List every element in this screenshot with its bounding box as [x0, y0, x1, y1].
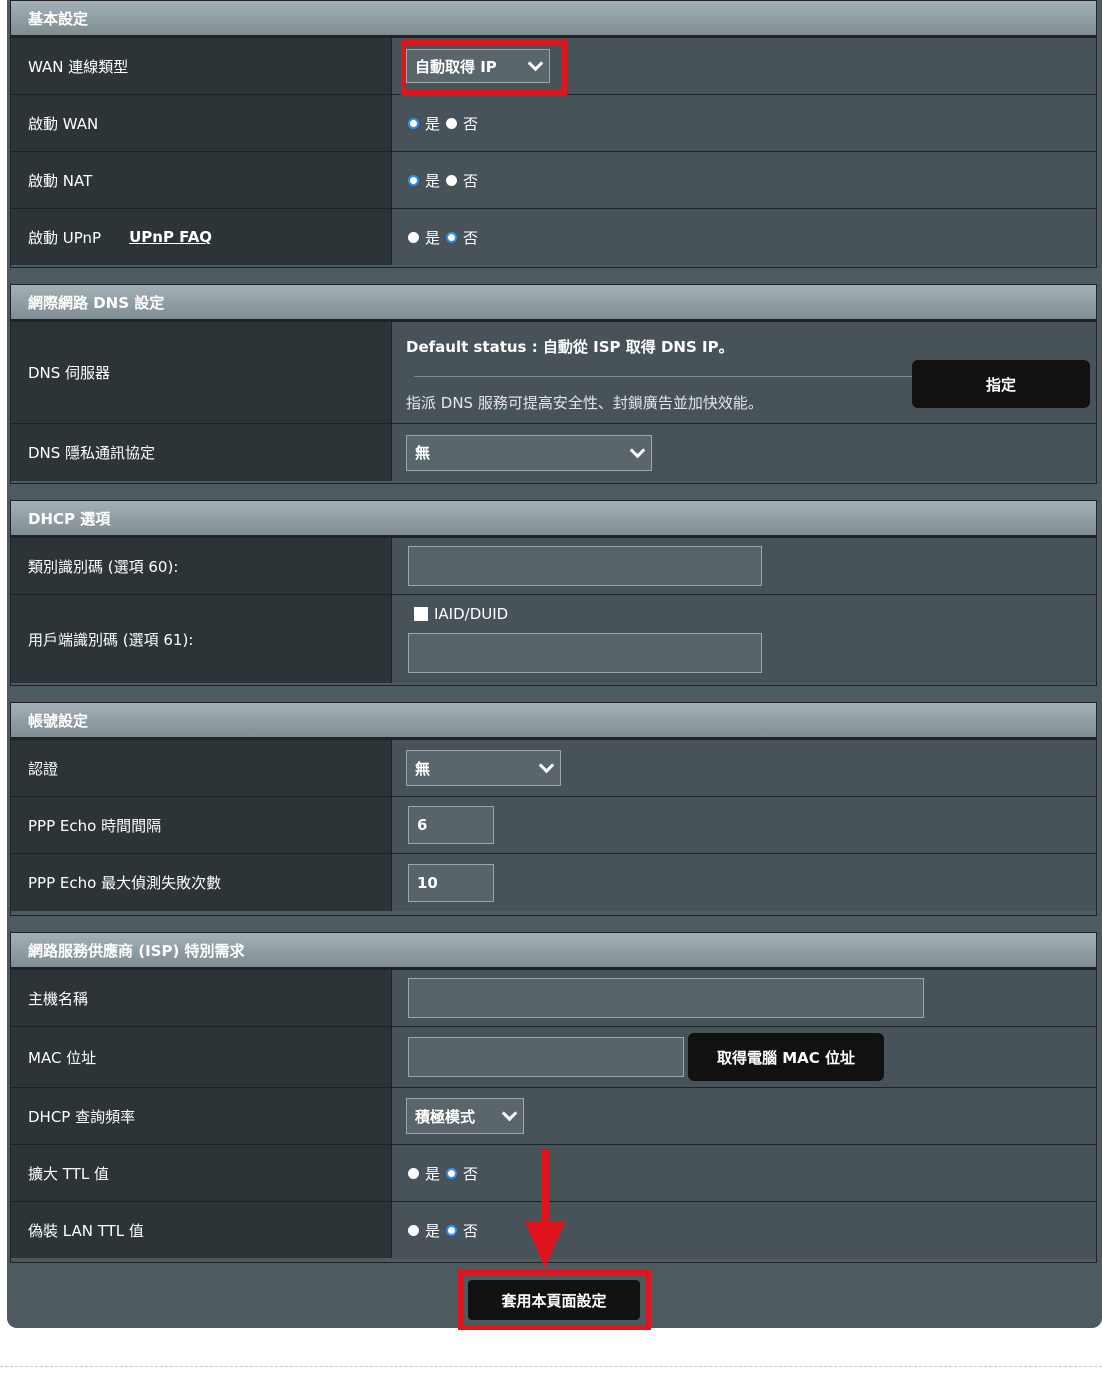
- section-header: 帳號設定: [11, 703, 1096, 739]
- radio-selected-icon: [446, 231, 458, 243]
- iaid-duid-checkbox[interactable]: IAID/DUID: [414, 605, 508, 623]
- dns-privacy-select[interactable]: 無: [406, 434, 652, 471]
- spoof-ttl-yes-radio[interactable]: 是: [408, 1220, 440, 1241]
- dhcp-query-label: DHCP 查詢頻率: [11, 1088, 392, 1144]
- dns-default-status: Default status : 自動從 ISP 取得 DNS IP。: [406, 338, 734, 356]
- echo-interval-label: PPP Echo 時間間隔: [11, 797, 392, 853]
- dns-assign-button[interactable]: 指定: [912, 360, 1090, 408]
- enable-upnp-row: 啟動 UPnP UPnP FAQ 是 否: [11, 208, 1096, 265]
- wan-type-highlight: [401, 40, 567, 95]
- hostname-row: 主機名稱: [11, 969, 1096, 1026]
- echo-max-fail-label: PPP Echo 最大偵測失敗次數: [11, 854, 392, 911]
- enable-wan-no-radio[interactable]: 否: [446, 113, 478, 134]
- auth-select[interactable]: 無: [406, 750, 561, 786]
- enable-nat-label: 啟動 NAT: [11, 152, 392, 208]
- radio-unselected-icon: [446, 174, 458, 186]
- client-id-input[interactable]: [408, 633, 762, 673]
- enable-upnp-yes-radio[interactable]: 是: [408, 227, 440, 248]
- radio-unselected-icon: [408, 231, 419, 243]
- echo-max-fail-row: PPP Echo 最大偵測失敗次數 10: [11, 853, 1096, 911]
- mac-row: MAC 位址 取得電腦 MAC 位址: [11, 1026, 1096, 1087]
- page-divider: [0, 1366, 1102, 1367]
- radio-unselected-icon: [408, 1167, 419, 1179]
- client-id-label: 用戶端識別碼 (選項 61):: [11, 595, 392, 683]
- upnp-faq-link[interactable]: UPnP FAQ: [129, 228, 212, 246]
- mac-input[interactable]: [408, 1037, 684, 1077]
- extend-ttl-yes-radio[interactable]: 是: [408, 1163, 440, 1184]
- dhcp-query-row: DHCP 查詢頻率 積極模式: [11, 1087, 1096, 1144]
- spoof-ttl-no-radio[interactable]: 否: [446, 1220, 478, 1241]
- chevron-down-icon: [629, 442, 646, 458]
- enable-nat-no-radio[interactable]: 否: [446, 170, 478, 191]
- chevron-down-icon: [501, 1105, 518, 1122]
- radio-unselected-icon: [408, 1224, 419, 1236]
- radio-selected-icon: [408, 117, 419, 129]
- class-id-input[interactable]: [408, 546, 762, 586]
- mac-label: MAC 位址: [11, 1027, 392, 1087]
- dns-server-row: DNS 伺服器 Default status : 自動從 ISP 取得 DNS …: [11, 321, 1096, 423]
- extend-ttl-label: 擴大 TTL 值: [11, 1145, 392, 1201]
- radio-selected-icon: [408, 174, 419, 186]
- extend-ttl-no-radio[interactable]: 否: [446, 1163, 478, 1184]
- class-id-row: 類別識別碼 (選項 60):: [11, 537, 1096, 594]
- auth-label: 認證: [11, 740, 392, 796]
- dhcp-options-section: DHCP 選項 類別識別碼 (選項 60): 用戶端識別碼 (選項 61): I…: [10, 500, 1097, 686]
- radio-unselected-icon: [446, 117, 458, 129]
- radio-selected-icon: [446, 1224, 458, 1236]
- dns-server-label: DNS 伺服器: [11, 322, 392, 423]
- chevron-down-icon: [538, 757, 555, 774]
- auth-row: 認證 無: [11, 739, 1096, 796]
- hostname-input[interactable]: [408, 978, 924, 1018]
- checkbox-icon: [414, 607, 428, 621]
- wan-type-label: WAN 連線類型: [11, 38, 392, 94]
- apply-button-highlight: [458, 1270, 651, 1330]
- echo-interval-input[interactable]: 6: [408, 806, 494, 844]
- dns-divider: [414, 376, 914, 377]
- client-id-row: 用戶端識別碼 (選項 61): IAID/DUID: [11, 594, 1096, 683]
- section-header: 網際網路 DNS 設定: [11, 285, 1096, 321]
- section-header: 基本設定: [11, 1, 1096, 37]
- dhcp-query-select[interactable]: 積極模式: [406, 1098, 524, 1134]
- dns-privacy-row: DNS 隱私通訊協定 無: [11, 423, 1096, 481]
- enable-nat-row: 啟動 NAT 是 否: [11, 151, 1096, 208]
- radio-selected-icon: [446, 1167, 458, 1179]
- enable-wan-row: 啟動 WAN 是 否: [11, 94, 1096, 151]
- enable-upnp-no-radio[interactable]: 否: [446, 227, 478, 248]
- enable-nat-yes-radio[interactable]: 是: [408, 170, 440, 191]
- enable-wan-label: 啟動 WAN: [11, 95, 392, 151]
- echo-max-fail-input[interactable]: 10: [408, 863, 494, 902]
- class-id-label: 類別識別碼 (選項 60):: [11, 538, 392, 594]
- hostname-label: 主機名稱: [11, 970, 392, 1026]
- section-header: 網路服務供應商 (ISP) 特別需求: [11, 933, 1096, 969]
- get-mac-button[interactable]: 取得電腦 MAC 位址: [688, 1033, 884, 1081]
- dns-hint: 指派 DNS 服務可提高安全性、封鎖廣告並加快效能。: [406, 394, 763, 412]
- dns-privacy-label: DNS 隱私通訊協定: [11, 424, 392, 481]
- dns-settings-section: 網際網路 DNS 設定 DNS 伺服器 Default status : 自動從…: [10, 284, 1097, 484]
- spoof-ttl-label: 偽裝 LAN TTL 值: [11, 1202, 392, 1258]
- echo-interval-row: PPP Echo 時間間隔 6: [11, 796, 1096, 853]
- arrow-down-icon: [525, 1150, 565, 1268]
- account-settings-section: 帳號設定 認證 無 PPP Echo 時間間隔 6 PPP Echo 最大偵測失…: [10, 702, 1097, 916]
- section-header: DHCP 選項: [11, 501, 1096, 537]
- enable-wan-yes-radio[interactable]: 是: [408, 113, 440, 134]
- enable-upnp-label: 啟動 UPnP: [28, 228, 102, 247]
